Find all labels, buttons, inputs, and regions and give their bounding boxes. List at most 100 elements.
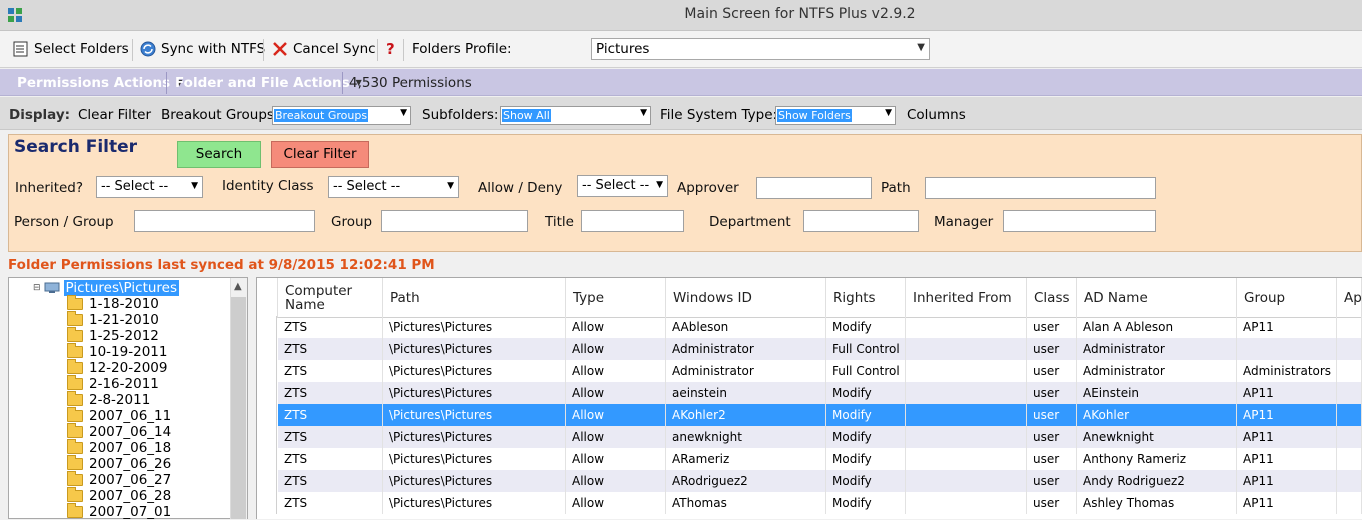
tree-folder-node[interactable]: 2-8-2011 — [67, 391, 150, 408]
row-selector[interactable] — [257, 470, 277, 492]
tree-folder-node[interactable]: 2007_07_01 — [67, 503, 171, 520]
table-cell: AKohler2 — [666, 404, 826, 426]
table-row[interactable]: ZTS \Pictures\Pictures Allow anewknight Modi… — [278, 426, 1362, 448]
table-row[interactable]: ZTS \Pictures\Pictures Allow AThomas Modify u… — [278, 492, 1362, 514]
table-cell: AP11 — [1237, 382, 1337, 404]
table-cell: ZTS — [278, 470, 383, 492]
department-input[interactable] — [803, 210, 919, 232]
table-row[interactable]: ZTS \Pictures\Pictures Allow AAbleson Modify… — [278, 316, 1362, 338]
select-folders-button[interactable]: Select Folders — [12, 39, 129, 59]
tree-folder-node[interactable]: 2-16-2011 — [67, 375, 159, 392]
table-cell: Ashley Thomas — [1077, 492, 1237, 514]
allow-deny-select[interactable]: -- Select -- ▼ — [577, 175, 668, 197]
row-selector[interactable] — [257, 426, 277, 448]
table-cell: Full Control — [826, 338, 906, 360]
folder-icon — [67, 343, 83, 358]
table-cell: AP11 — [1237, 316, 1337, 338]
table-row[interactable]: ZTS \Pictures\Pictures Allow ARameriz Modify… — [278, 448, 1362, 470]
identity-class-value: -- Select -- — [333, 179, 401, 194]
title-label: Title — [545, 214, 574, 230]
column-header[interactable]: Type — [566, 278, 666, 318]
tree-folder-node[interactable]: 1-25-2012 — [67, 327, 159, 344]
help-button[interactable]: ? — [386, 39, 395, 59]
subfolders-select[interactable]: Show All ▼ — [500, 106, 651, 125]
identity-class-select[interactable]: -- Select -- ▼ — [328, 176, 459, 198]
column-header[interactable]: Computer Name — [278, 278, 383, 318]
tree-folder-node[interactable]: 2007_06_18 — [67, 439, 171, 456]
row-selector[interactable] — [257, 404, 277, 426]
table-row[interactable]: ZTS \Pictures\Pictures Allow aeinstein Modif… — [278, 382, 1362, 404]
tree-folder-node[interactable]: 1-21-2010 — [67, 311, 159, 328]
columns-button[interactable]: Columns — [907, 107, 966, 123]
tree-folder-label: 2007_06_28 — [89, 488, 172, 504]
tree-root-node[interactable]: ⊟ Pictures\Pictures — [33, 280, 180, 296]
tree-folder-node[interactable]: 2007_06_26 — [67, 455, 171, 472]
folder-icon — [67, 455, 83, 470]
folders-profile-select[interactable]: Pictures ▼ — [591, 38, 930, 60]
clear-filter-button[interactable]: Clear Filter — [78, 107, 151, 123]
chevron-down-icon: ▼ — [640, 108, 647, 118]
table-row[interactable]: ZTS \Pictures\Pictures Allow Administrator F… — [278, 338, 1362, 360]
table-cell: Allow — [566, 426, 666, 448]
group-input[interactable] — [381, 210, 528, 232]
table-cell: user — [1027, 382, 1077, 404]
tree-folder-node[interactable]: 2007_06_27 — [67, 471, 171, 488]
table-cell: AEinstein — [1077, 382, 1237, 404]
tree-folder-node[interactable]: 2007_06_28 — [67, 487, 172, 504]
table-cell: \Pictures\Pictures — [383, 338, 566, 360]
column-header[interactable]: Windows ID — [666, 278, 826, 318]
table-cell — [1337, 338, 1362, 360]
row-selector[interactable] — [257, 448, 277, 470]
row-selector[interactable] — [257, 316, 277, 338]
column-header[interactable]: Path — [383, 278, 566, 318]
tree-folder-node[interactable]: 2007_06_11 — [67, 407, 171, 424]
table-cell: Allow — [566, 470, 666, 492]
breakout-groups-select[interactable]: Breakout Groups ▼ — [272, 106, 411, 125]
folders-profile-label: Folders Profile: — [412, 41, 512, 57]
approver-input[interactable] — [756, 177, 872, 199]
clear-filter-button[interactable]: Clear Filter — [271, 141, 369, 168]
chevron-down-icon: ▼ — [917, 42, 925, 53]
table-cell: \Pictures\Pictures — [383, 448, 566, 470]
path-input[interactable] — [925, 177, 1156, 199]
table-cell — [1337, 360, 1362, 382]
person-group-input[interactable] — [134, 210, 315, 232]
row-selector[interactable] — [257, 360, 277, 382]
column-header[interactable]: Class — [1027, 278, 1077, 318]
column-header[interactable]: Group — [1237, 278, 1337, 318]
table-cell: user — [1027, 426, 1077, 448]
cancel-sync-button[interactable]: Cancel Sync — [271, 39, 376, 59]
permissions-actions-menu[interactable]: Permissions Actions ▼ — [8, 69, 182, 96]
tree-scroll-thumb[interactable] — [231, 297, 246, 519]
select-folders-label: Select Folders — [34, 41, 129, 57]
inherited-select[interactable]: -- Select -- ▼ — [96, 176, 203, 198]
chevron-up-icon: ▲ — [234, 281, 242, 292]
row-selector[interactable] — [257, 492, 277, 514]
table-row[interactable]: ZTS \Pictures\Pictures Allow AKohler2 Modify… — [278, 404, 1362, 426]
tree-folder-node[interactable]: 2007_06_14 — [67, 423, 171, 440]
table-row[interactable]: ZTS \Pictures\Pictures Allow ARodriguez2 Mod… — [278, 470, 1362, 492]
manager-input[interactable] — [1003, 210, 1156, 232]
table-row[interactable]: ZTS \Pictures\Pictures Allow Administrator F… — [278, 360, 1362, 382]
row-selector[interactable] — [257, 382, 277, 404]
folder-icon — [67, 391, 83, 406]
column-header[interactable]: Ap — [1337, 278, 1362, 318]
tree-folder-node[interactable]: 1-18-2010 — [67, 295, 159, 312]
sync-ntfs-button[interactable]: Sync with NTFS — [139, 39, 265, 59]
table-cell — [906, 382, 1027, 404]
file-system-type-select[interactable]: Show Folders ▼ — [775, 106, 896, 125]
folder-file-actions-menu[interactable]: Folder and File Actions ▼ — [166, 69, 362, 96]
tree-root-label: Pictures\Pictures — [63, 280, 180, 296]
table-cell: user — [1027, 338, 1077, 360]
column-header[interactable]: Rights — [826, 278, 906, 318]
column-header[interactable]: Inherited From — [906, 278, 1027, 318]
row-selector[interactable] — [257, 338, 277, 360]
table-cell: Allow — [566, 382, 666, 404]
column-header[interactable]: AD Name — [1077, 278, 1237, 318]
table-cell: ZTS — [278, 360, 383, 382]
tree-folder-node[interactable]: 10-19-2011 — [67, 343, 167, 360]
chevron-down-icon: ▼ — [656, 180, 663, 190]
search-button[interactable]: Search — [177, 141, 261, 168]
tree-folder-node[interactable]: 12-20-2009 — [67, 359, 167, 376]
title-input[interactable] — [581, 210, 684, 232]
